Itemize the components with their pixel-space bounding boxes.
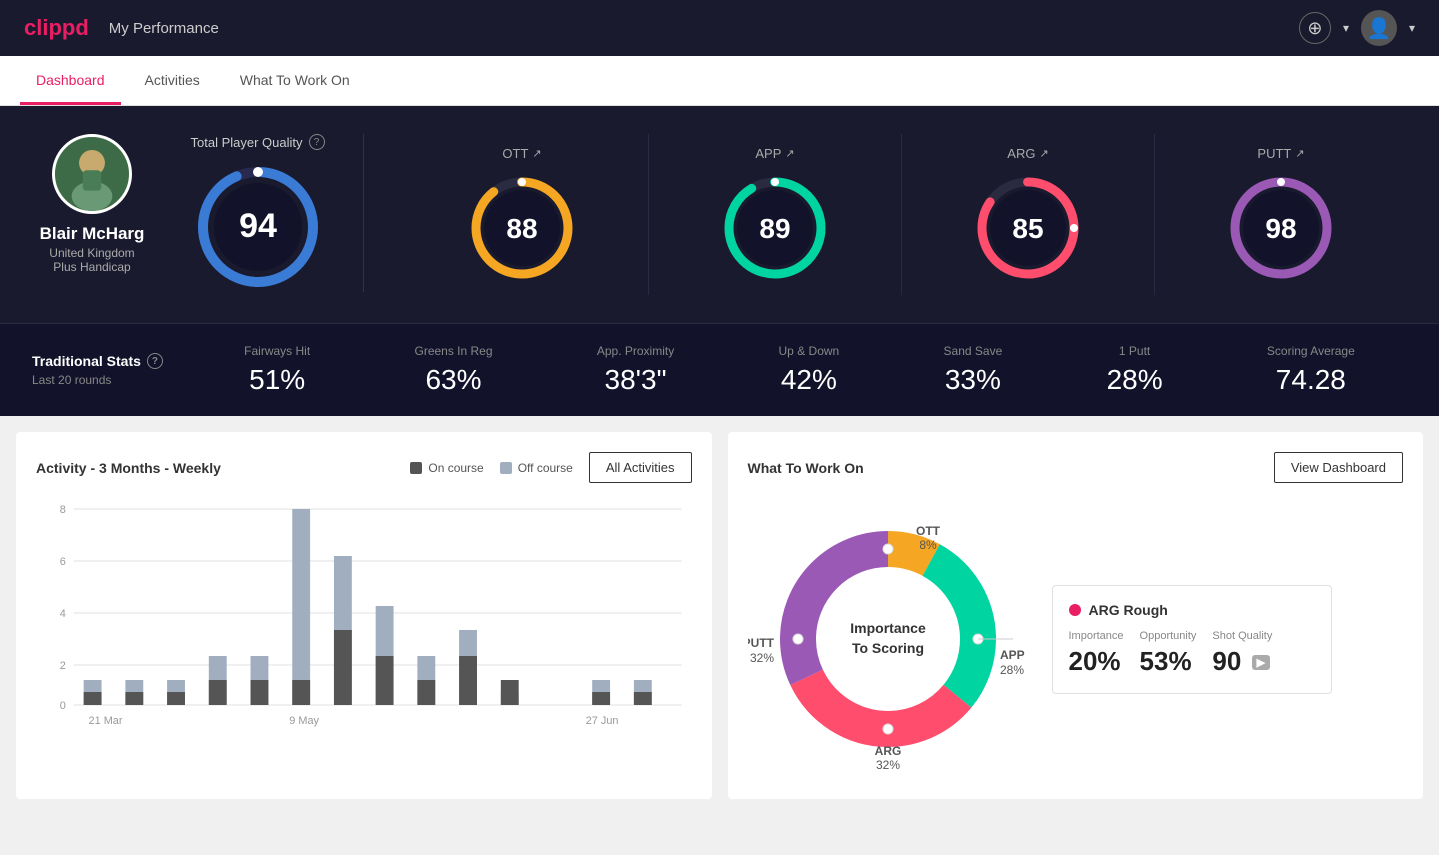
off-course-dot [500,462,512,474]
stat-fairways-hit: Fairways Hit 51% [244,344,310,396]
svg-text:85: 85 [1012,213,1043,244]
activity-chart-svg: 8 6 4 2 0 [36,499,692,729]
player-handicap: Plus Handicap [53,260,130,274]
tpq-label: Total Player Quality ? [191,134,325,150]
total-quality-ring: 94 [193,162,323,292]
stat-1-putt: 1 Putt 28% [1107,344,1163,396]
stat-up-down: Up & Down 42% [779,344,840,396]
avatar[interactable]: 👤 [1361,10,1397,46]
activity-chart-title: Activity - 3 Months - Weekly [36,460,221,476]
svg-text:88: 88 [506,213,537,244]
arg-rough-card: ARG Rough Importance 20% Opportunity 53%… [1052,585,1332,694]
svg-text:Importance: Importance [850,620,926,636]
metric-ott: OTT ↗ 88 [396,134,649,295]
wtwo-importance: Importance 20% [1069,630,1124,677]
player-banner: Blair McHarg United Kingdom Plus Handica… [0,106,1439,323]
view-dashboard-button[interactable]: View Dashboard [1274,452,1403,483]
svg-text:0: 0 [60,700,66,712]
putt-arrow-icon: ↗ [1295,147,1304,160]
tab-dashboard[interactable]: Dashboard [20,56,121,105]
svg-text:2: 2 [60,660,66,672]
svg-text:To Scoring: To Scoring [851,640,923,656]
svg-text:32%: 32% [749,651,773,665]
avatar-dropdown-icon[interactable]: ▾ [1409,21,1415,35]
activity-panel: Activity - 3 Months - Weekly On course O… [16,432,712,799]
svg-text:28%: 28% [1000,663,1024,677]
tabs-nav: Dashboard Activities What To Work On [0,56,1439,106]
svg-text:6: 6 [60,556,66,568]
header-right: ⊕ ▾ 👤 ▾ [1299,10,1415,46]
stat-items: Fairways Hit 51% Greens In Reg 63% App. … [192,344,1407,396]
stat-sand-save: Sand Save 33% [944,344,1003,396]
svg-text:9 May: 9 May [289,715,319,727]
tab-what-to-work-on[interactable]: What To Work On [224,56,366,105]
trad-stats-label: Traditional Stats ? Last 20 rounds [32,353,192,387]
player-info: Blair McHarg United Kingdom Plus Handica… [32,134,152,274]
player-name: Blair McHarg [40,224,145,244]
chart-legend: On course Off course [410,461,573,475]
stat-app-proximity: App. Proximity 38'3" [597,344,674,396]
svg-text:4: 4 [60,608,66,620]
ott-arrow-icon: ↗ [532,147,541,160]
player-country: United Kingdom [49,246,134,260]
app-arrow-icon: ↗ [785,147,794,160]
svg-text:21 Mar: 21 Mar [89,715,123,727]
wtwo-shot-quality: Shot Quality 90 ▶ [1212,630,1272,677]
metric-columns: OTT ↗ 88 APP ↗ 89 [396,134,1407,295]
add-button[interactable]: ⊕ [1299,12,1331,44]
bottom-panels: Activity - 3 Months - Weekly On course O… [0,416,1439,815]
svg-text:32%: 32% [875,758,899,772]
arg-header: ARG ↗ [1007,146,1048,161]
activity-panel-header: Activity - 3 Months - Weekly On course O… [36,452,692,483]
wtwo-opportunity: Opportunity 53% [1140,630,1197,677]
metric-putt: PUTT ↗ 98 [1155,134,1407,295]
svg-text:8: 8 [60,504,66,516]
wtwo-content: Importance To Scoring OTT 8% APP 28% AR [748,499,1404,779]
arg-rough-dot [1069,604,1081,616]
all-activities-button[interactable]: All Activities [589,452,692,483]
svg-text:ARG: ARG [874,744,901,758]
svg-text:94: 94 [239,207,277,245]
svg-text:27 Jun: 27 Jun [586,715,619,727]
stat-greens-in-reg: Greens In Reg 63% [414,344,492,396]
player-avatar [52,134,132,214]
svg-text:APP: APP [1000,648,1025,662]
plus-icon: ⊕ [1307,18,1322,39]
legend-off-course: Off course [500,461,573,475]
wtwo-panel-header: What To Work On View Dashboard [748,452,1404,483]
header-title: My Performance [109,20,219,37]
legend-on-course: On course [410,461,483,475]
trad-stats-info-icon[interactable]: ? [147,353,163,369]
shot-quality-badge: ▶ [1252,655,1270,670]
metric-app: APP ↗ 89 [649,134,902,295]
wtwo-donut-area: Importance To Scoring OTT 8% APP 28% AR [748,499,1028,779]
on-course-dot [410,462,422,474]
wtwo-title: What To Work On [748,460,864,476]
arg-arrow-icon: ↗ [1039,147,1048,160]
wtwo-donut-svg: Importance To Scoring OTT 8% APP 28% AR [748,499,1028,779]
logo: clippd [24,15,89,41]
app-header: APP ↗ [755,146,794,161]
ott-header: OTT ↗ [502,146,541,161]
svg-text:89: 89 [759,213,790,244]
traditional-stats: Traditional Stats ? Last 20 rounds Fairw… [0,323,1439,416]
svg-text:OTT: OTT [916,524,941,538]
header: clippd My Performance ⊕ ▾ 👤 ▾ [0,0,1439,56]
what-to-work-on-panel: What To Work On View Dashboard [728,432,1424,799]
tab-activities[interactable]: Activities [129,56,216,105]
metric-arg: ARG ↗ 85 [902,134,1155,295]
svg-text:PUTT: PUTT [748,636,775,650]
header-dropdown-icon[interactable]: ▾ [1343,21,1349,35]
stat-scoring-avg: Scoring Average 74.28 [1267,344,1355,396]
header-left: clippd My Performance [24,15,219,41]
arg-rough-title: ARG Rough [1069,602,1315,618]
svg-text:98: 98 [1265,213,1296,244]
tpq-info-icon[interactable]: ? [309,134,325,150]
putt-header: PUTT ↗ [1257,146,1304,161]
total-quality-section: Total Player Quality ? 94 [184,134,364,292]
svg-text:8%: 8% [919,538,937,552]
arg-rough-metrics: Importance 20% Opportunity 53% Shot Qual… [1069,630,1315,677]
